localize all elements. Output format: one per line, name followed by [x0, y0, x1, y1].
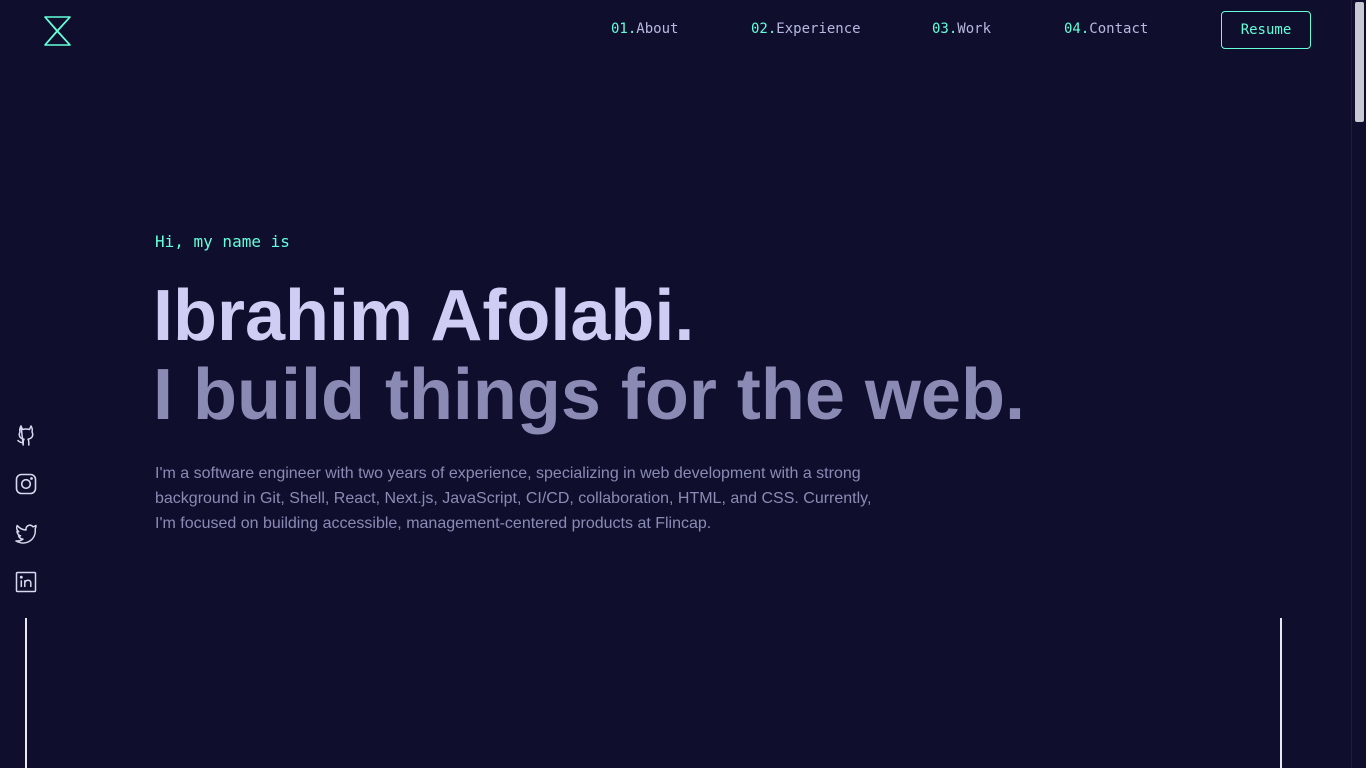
- left-vertical-line: [25, 618, 27, 768]
- nav-label: Work: [957, 21, 992, 37]
- nav-link-contact[interactable]: 04.Contact: [1064, 21, 1148, 37]
- page-scrollbar[interactable]: [1351, 0, 1366, 768]
- nav-link-experience[interactable]: 02.Experience: [751, 21, 861, 37]
- resume-button[interactable]: Resume: [1221, 11, 1311, 49]
- nav-number: 01.: [611, 21, 637, 37]
- nav-number: 02.: [751, 21, 777, 37]
- hero-tagline: I build things for the web.: [153, 355, 1025, 435]
- hero-name: Ibrahim Afolabi.: [153, 276, 695, 356]
- nav-link-work[interactable]: 03.Work: [932, 21, 991, 37]
- nav-label: Experience: [776, 21, 861, 37]
- site-header: 01.About 02.Experience 03.Work 04.Contac…: [0, 0, 1351, 62]
- scrollbar-thumb[interactable]: [1355, 2, 1364, 122]
- instagram-icon[interactable]: [14, 472, 38, 496]
- twitter-icon[interactable]: [14, 521, 38, 545]
- linkedin-icon[interactable]: [14, 570, 38, 594]
- nav-link-about[interactable]: 01.About: [611, 21, 678, 37]
- github-icon[interactable]: [14, 423, 38, 447]
- nav-number: 04.: [1064, 21, 1090, 37]
- right-vertical-line: [1280, 618, 1282, 768]
- logo-icon[interactable]: [42, 15, 72, 47]
- hero-greeting: Hi, my name is: [155, 232, 290, 251]
- nav-label: About: [636, 21, 679, 37]
- nav-label: Contact: [1089, 21, 1149, 37]
- nav-number: 03.: [932, 21, 958, 37]
- hero-bio: I'm a software engineer with two years o…: [155, 465, 872, 532]
